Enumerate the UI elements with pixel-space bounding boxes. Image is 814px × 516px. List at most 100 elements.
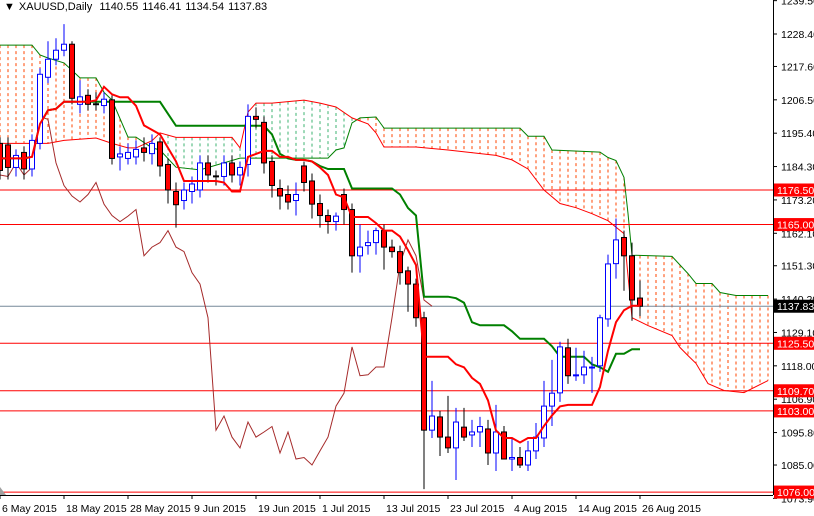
candle-body (437, 416, 443, 438)
candle-body (229, 162, 235, 176)
chart-header: ▼ XAUUSD,Daily 1140.55 1146.41 1134.54 1137.… (4, 1, 271, 13)
candle (13, 149, 19, 177)
chart-shift-marker-icon (0, 487, 6, 495)
candle (493, 404, 499, 472)
candle (469, 419, 475, 447)
y-tick-label: 1195.40 (781, 128, 814, 140)
candle-body (157, 141, 163, 167)
candle-body (389, 246, 395, 253)
candle-body (557, 346, 563, 394)
candle-body (573, 374, 579, 377)
candle (557, 341, 563, 402)
candle (165, 158, 171, 204)
candle (365, 230, 371, 255)
candle-body (517, 457, 523, 466)
candle-body (493, 431, 499, 454)
level-label: 1076.00 (777, 487, 814, 499)
candle (525, 440, 531, 472)
candle (133, 140, 139, 165)
candle (77, 80, 83, 114)
candle-body (317, 203, 323, 217)
candle (221, 155, 227, 186)
candle-body (453, 421, 459, 449)
x-tick-label: 4 Aug 2015 (514, 503, 567, 515)
x-tick-label: 1 Jul 2015 (322, 503, 371, 515)
candle-body (469, 431, 475, 436)
candle-body (0, 142, 3, 171)
candle (173, 182, 179, 228)
candle-body (365, 242, 371, 247)
candle (637, 280, 643, 317)
candle (293, 182, 299, 216)
candle-body (261, 121, 267, 164)
candle-body (213, 175, 219, 178)
candle-body (597, 317, 603, 367)
candle-body (181, 189, 187, 202)
candle (181, 182, 187, 210)
candle-body (629, 255, 635, 301)
candle (485, 419, 491, 466)
candle-body (117, 153, 123, 158)
candle-body (485, 428, 491, 454)
candle-body (285, 194, 291, 203)
y-tick-label: 1217.60 (781, 61, 814, 73)
candle-body (333, 215, 339, 223)
candle-body (53, 49, 59, 60)
candle (109, 95, 115, 165)
triangle-down-icon[interactable]: ▼ (4, 1, 15, 13)
candle (301, 161, 307, 192)
candle-body (429, 415, 435, 431)
candle (477, 416, 483, 447)
candle-body (581, 366, 587, 376)
candle-body (325, 215, 331, 223)
candle (613, 218, 619, 279)
candle (325, 209, 331, 234)
candle (453, 407, 459, 481)
candle (509, 437, 515, 472)
candle (573, 347, 579, 381)
candle (621, 230, 627, 291)
open-value: 1140.55 (99, 1, 139, 13)
x-tick-label: 18 May 2015 (66, 503, 127, 515)
x-tick-label: 23 Jul 2015 (450, 503, 504, 515)
candle-body (45, 58, 51, 78)
candle-body (149, 142, 155, 155)
candle (597, 314, 603, 372)
candle-body (237, 166, 243, 176)
candle-body (405, 270, 411, 285)
close-value: 1137.83 (228, 1, 268, 13)
x-tick-label: 14 Aug 2015 (578, 503, 637, 515)
candle-body (13, 154, 19, 168)
candle (285, 185, 291, 210)
candle (61, 24, 67, 57)
candle-body (61, 43, 67, 51)
candle (565, 338, 571, 384)
candle (21, 146, 27, 180)
plot-area (0, 24, 773, 493)
x-tick-label: 26 Aug 2015 (642, 503, 701, 515)
current-price-label: 1137.83 (777, 301, 814, 313)
candle-body (293, 194, 299, 202)
candle (125, 143, 131, 165)
candle-body (205, 162, 211, 176)
candle-body (621, 236, 627, 257)
candle-body (301, 165, 307, 183)
candle-body (533, 436, 539, 452)
candle (213, 170, 219, 186)
candle-body (357, 246, 363, 257)
candle-body (613, 239, 619, 265)
candle-body (509, 457, 515, 460)
y-tick-label: 1206.50 (781, 95, 814, 107)
y-tick-label: 1228.40 (781, 29, 814, 41)
candle-body (221, 162, 227, 177)
candle-body (77, 96, 83, 105)
candle-body (93, 103, 99, 106)
candle (445, 395, 451, 453)
candle-body (309, 180, 315, 205)
level-label: 1176.50 (777, 185, 814, 197)
candle-body (85, 94, 91, 105)
candle (37, 68, 43, 150)
candle (69, 41, 75, 105)
price-chart[interactable]: 1239.50 1228.40 1217.60 1206.50 1195.40 1184.… (0, 0, 814, 516)
x-tick-label: 6 May 2015 (2, 503, 57, 515)
